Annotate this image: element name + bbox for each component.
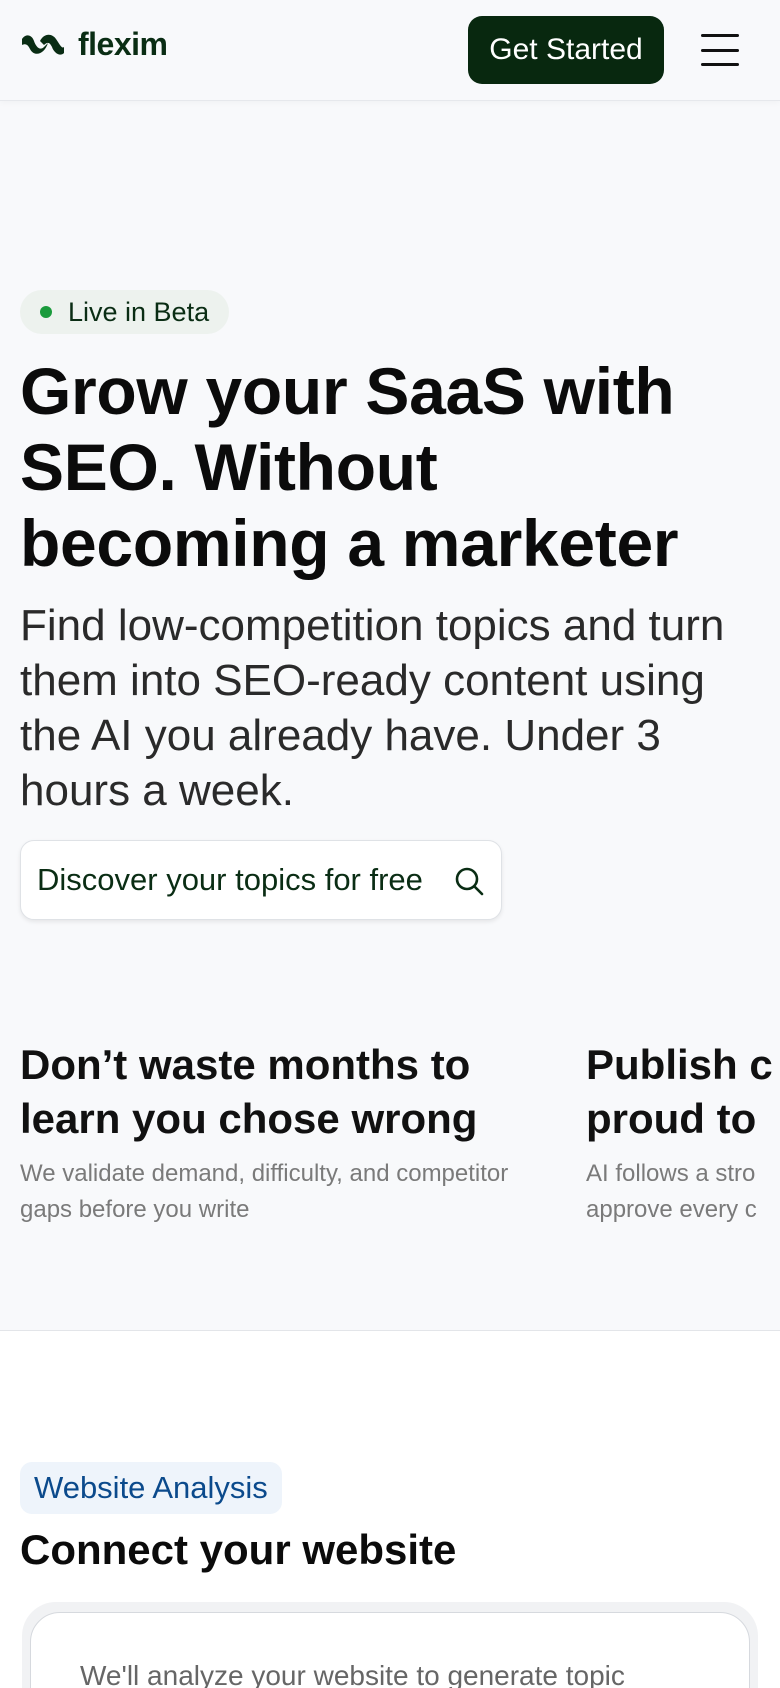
features-carousel[interactable]: Don’t waste months to learn you chose wr…: [0, 1038, 780, 1238]
status-dot-icon: [40, 306, 52, 318]
brand-logo[interactable]: flexim: [20, 26, 168, 65]
top-navbar: flexim Get Started: [0, 0, 780, 101]
website-analysis-badge: Website Analysis: [20, 1462, 282, 1514]
get-started-button[interactable]: Get Started: [468, 16, 664, 84]
live-beta-badge: Live in Beta: [20, 290, 230, 334]
feature-description-line: approve every c: [586, 1196, 757, 1223]
feature-title: Publish c proud to: [586, 1038, 780, 1146]
feature-title-line: Publish c: [586, 1041, 773, 1088]
hamburger-menu-icon[interactable]: [698, 32, 742, 68]
feature-card-validate: Don’t waste months to learn you chose wr…: [20, 1038, 560, 1228]
discover-topics-button[interactable]: Discover your topics for free: [20, 840, 502, 920]
feature-title-line: Don’t waste months to: [20, 1041, 471, 1088]
feature-description-line: AI follows a stro: [586, 1160, 756, 1187]
feature-title: Don’t waste months to learn you chose wr…: [20, 1038, 560, 1146]
discover-topics-label: Discover your topics for free: [37, 862, 423, 897]
badge-label: Live in Beta: [68, 296, 210, 327]
feature-description: AI follows a stro approve every c: [586, 1156, 780, 1228]
website-analysis-label: Website Analysis: [34, 1470, 268, 1505]
flexim-logo-icon: [20, 29, 66, 64]
feature-description: We validate demand, difficulty, and comp…: [20, 1160, 509, 1223]
feature-title-line: learn you chose wrong: [20, 1095, 478, 1142]
hero-subtitle: Find low-competition topics and turn the…: [20, 601, 725, 815]
feature-card-publish: Publish c proud to AI follows a stro app…: [586, 1038, 780, 1228]
brand-name: flexim: [78, 26, 168, 62]
connect-card-text: We'll analyze your website to generate t…: [80, 1660, 625, 1688]
search-icon: [455, 867, 484, 896]
hero-title: Grow your SaaS with SEO. Without becomin…: [20, 354, 679, 580]
feature-title-line: proud to: [586, 1095, 757, 1142]
connect-website-title: Connect your website: [20, 1526, 457, 1573]
